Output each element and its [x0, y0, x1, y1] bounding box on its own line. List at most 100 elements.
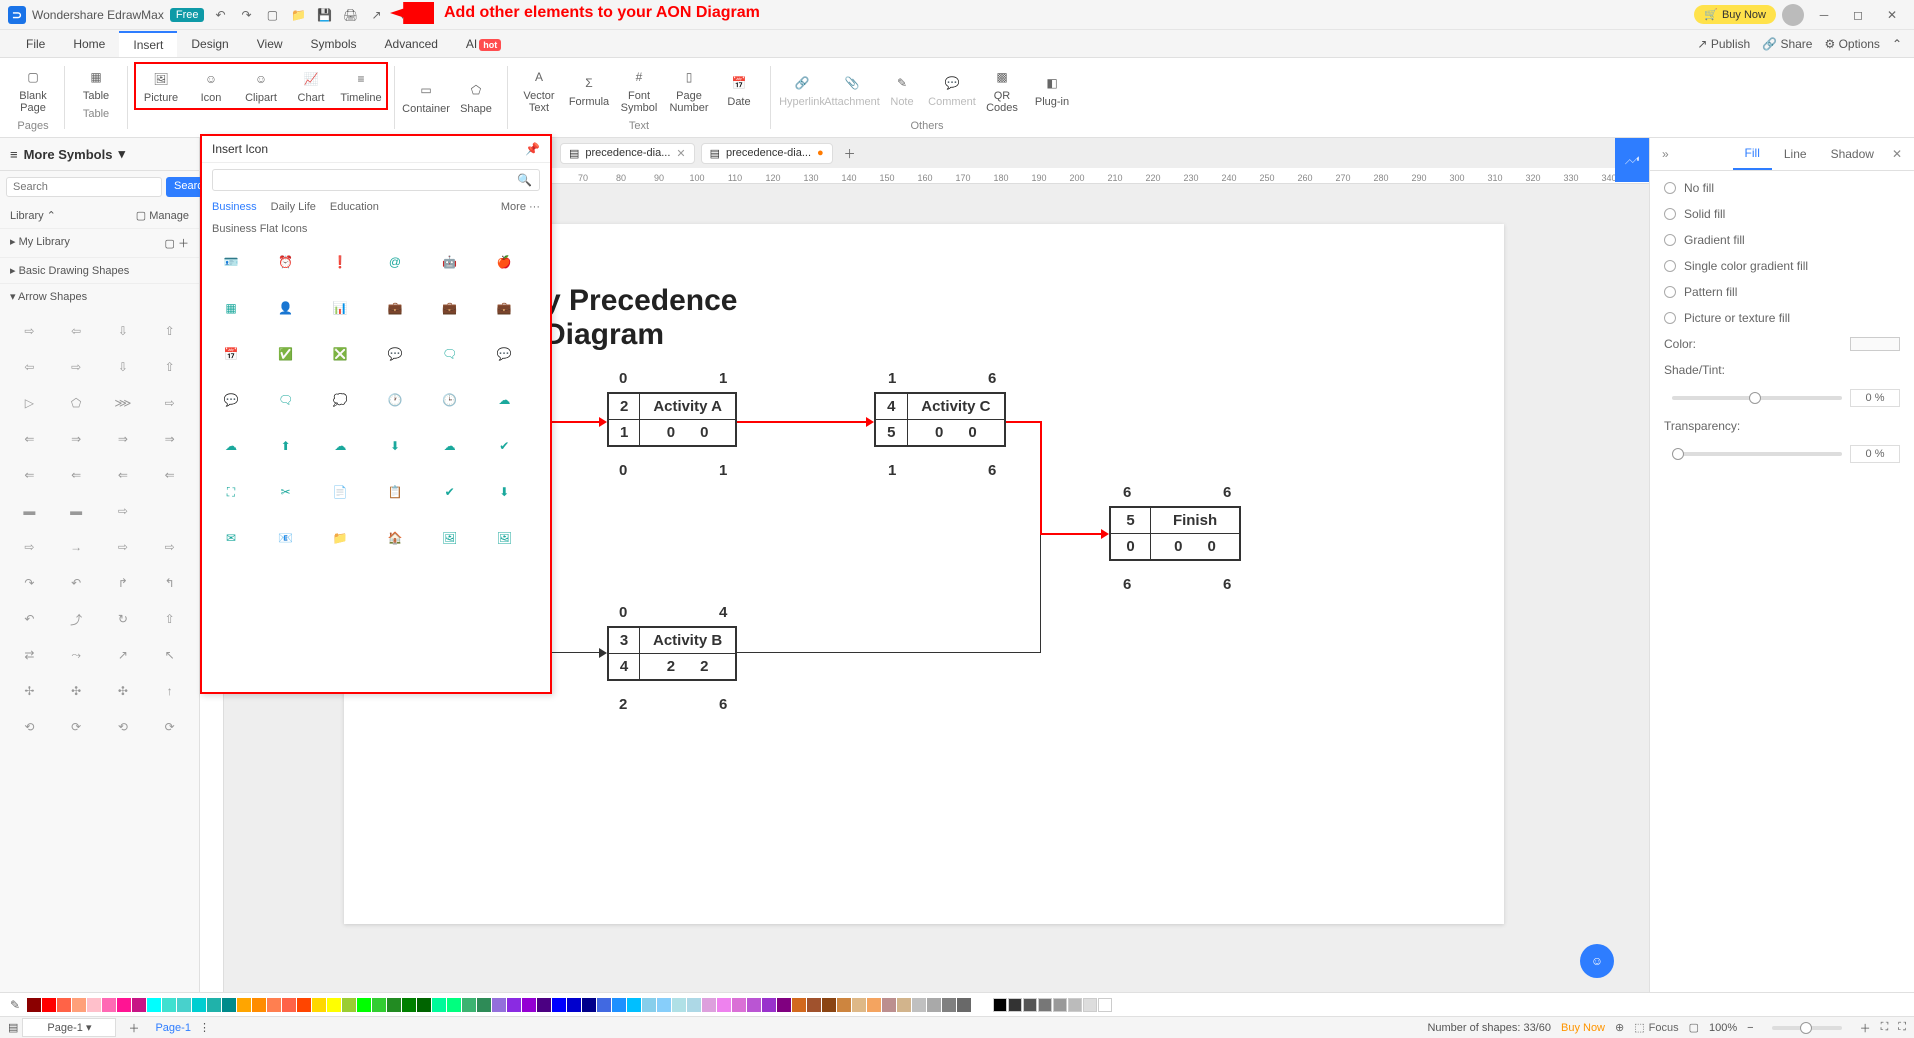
cloud-check-icon[interactable]: ✔: [489, 431, 519, 461]
envelope-icon[interactable]: ✉: [216, 523, 246, 553]
home-icon[interactable]: 🏠: [380, 523, 410, 553]
message-icon[interactable]: 💬: [216, 385, 246, 415]
print-icon[interactable]: 🖨: [340, 5, 360, 25]
chat-icon[interactable]: 🗨: [435, 339, 465, 369]
arrow-shape[interactable]: ⇄: [8, 639, 51, 671]
undo-icon[interactable]: ↶: [210, 5, 230, 25]
qr-codes-button[interactable]: ▩QR Codes: [977, 62, 1027, 118]
maximize-button[interactable]: ◻: [1844, 1, 1872, 29]
buy-now-button[interactable]: 🛒 Buy Now: [1694, 5, 1776, 24]
arrow-shape[interactable]: ⇨: [8, 531, 51, 563]
basic-shapes-section[interactable]: ▸ Basic Drawing Shapes: [0, 257, 199, 283]
shade-slider[interactable]: [1672, 396, 1842, 400]
calendar-icon[interactable]: 📅: [216, 339, 246, 369]
doc-tab-2[interactable]: ▤ precedence-dia... ●: [701, 143, 833, 164]
arrow-shape[interactable]: ⇐: [8, 423, 51, 455]
color-swatch[interactable]: [402, 998, 416, 1012]
shape-button[interactable]: ⬠Shape: [451, 62, 501, 133]
arrow-shape[interactable]: ↑: [148, 675, 191, 707]
arrow-shape[interactable]: ⤴: [55, 603, 98, 635]
color-swatch[interactable]: [177, 998, 191, 1012]
arrow-shape[interactable]: ↷: [8, 567, 51, 599]
page-number-button[interactable]: ▯Page Number: [664, 62, 714, 118]
menu-file[interactable]: File: [12, 32, 59, 56]
icon-button[interactable]: ☺Icon: [186, 64, 236, 108]
arrow-shape[interactable]: ⇧: [148, 603, 191, 635]
menu-view[interactable]: View: [243, 32, 297, 56]
briefcase-icon[interactable]: 💼: [380, 293, 410, 323]
arrow-shape[interactable]: ⤳: [55, 639, 98, 671]
color-swatch[interactable]: [642, 998, 656, 1012]
arrow-down-icon[interactable]: ⇩: [102, 315, 145, 347]
add-page-button[interactable]: ＋: [120, 1020, 147, 1036]
color-swatch[interactable]: [942, 998, 956, 1012]
line-tab[interactable]: Line: [1772, 139, 1819, 169]
arrow-shape[interactable]: ⟲: [8, 711, 51, 743]
arrow-shape[interactable]: ✢: [8, 675, 51, 707]
color-swatch[interactable]: [897, 998, 911, 1012]
color-swatch[interactable]: [507, 998, 521, 1012]
clock-outline-icon[interactable]: 🕐: [380, 385, 410, 415]
cloud-download-icon[interactable]: ⬇: [380, 431, 410, 461]
node-activity-a[interactable]: 2Activity A 10 0: [607, 392, 737, 447]
color-swatch[interactable]: [1053, 998, 1067, 1012]
color-swatch[interactable]: [252, 998, 266, 1012]
color-swatch[interactable]: [537, 998, 551, 1012]
doc-tab-1[interactable]: ▤ precedence-dia... ✕: [560, 143, 695, 164]
arrow-shapes-section[interactable]: ▾ Arrow Shapes: [0, 283, 199, 309]
collapse-ribbon-icon[interactable]: ⌃: [1892, 37, 1902, 51]
no-fill-radio[interactable]: No fill: [1664, 181, 1900, 195]
color-swatch[interactable]: [582, 998, 596, 1012]
save-icon[interactable]: 💾: [314, 5, 334, 25]
zoom-in-button[interactable]: ＋: [1860, 1020, 1871, 1036]
chart-button[interactable]: 📈Chart: [286, 64, 336, 108]
arrow-shape[interactable]: ✣: [55, 675, 98, 707]
node-finish[interactable]: 5Finish 00 0: [1109, 506, 1241, 561]
bar-chart-icon[interactable]: 📊: [325, 293, 355, 323]
format-panel-toggle[interactable]: [1615, 138, 1649, 182]
menu-design[interactable]: Design: [177, 32, 242, 56]
avatar[interactable]: [1782, 4, 1804, 26]
color-swatch[interactable]: [1098, 998, 1112, 1012]
education-tab[interactable]: Education: [330, 201, 379, 213]
arrow-shape[interactable]: ⇩: [102, 351, 145, 383]
arrow-shape[interactable]: ✣: [102, 675, 145, 707]
color-swatch[interactable]: [42, 998, 56, 1012]
color-swatch[interactable]: [1008, 998, 1022, 1012]
color-swatch[interactable]: [267, 998, 281, 1012]
page-link[interactable]: Page-1: [147, 1022, 198, 1034]
color-swatch[interactable]: [672, 998, 686, 1012]
arrow-shape[interactable]: ↻: [102, 603, 145, 635]
my-library-section[interactable]: ▸ My Library ▢ ＋: [0, 228, 199, 257]
focus-button[interactable]: ⬚ Focus: [1634, 1021, 1678, 1034]
node-activity-c[interactable]: 4Activity C 50 0: [874, 392, 1006, 447]
folder-icon[interactable]: 📁: [325, 523, 355, 553]
single-color-gradient-radio[interactable]: Single color gradient fill: [1664, 259, 1900, 273]
color-swatch[interactable]: [867, 998, 881, 1012]
color-swatch[interactable]: [357, 998, 371, 1012]
arrow-left-icon[interactable]: ⇦: [55, 315, 98, 347]
color-swatch[interactable]: [1083, 998, 1097, 1012]
fit-page-icon[interactable]: ⛶: [1881, 1021, 1889, 1034]
attachment-button[interactable]: 📎Attachment: [827, 62, 877, 118]
arrow-shape[interactable]: ⇐: [8, 459, 51, 491]
color-swatch[interactable]: [27, 998, 41, 1012]
color-swatch[interactable]: [447, 998, 461, 1012]
buy-now-link[interactable]: Buy Now: [1561, 1022, 1605, 1034]
arrow-shape[interactable]: ⇨: [148, 387, 191, 419]
calendar-x-icon[interactable]: ❎: [325, 339, 355, 369]
close-panel-icon[interactable]: ✕: [1886, 141, 1908, 167]
menu-symbols[interactable]: Symbols: [297, 32, 371, 56]
export-icon[interactable]: ↗: [366, 5, 386, 25]
color-swatch[interactable]: [807, 998, 821, 1012]
cloud-outline-icon[interactable]: ☁: [489, 385, 519, 415]
color-swatch[interactable]: [297, 998, 311, 1012]
blank-page-button[interactable]: ▢Blank Page: [8, 62, 58, 118]
color-swatch[interactable]: [1038, 998, 1052, 1012]
arrow-shape[interactable]: ⇒: [102, 423, 145, 455]
new-icon[interactable]: ▢: [262, 5, 282, 25]
fit-icon[interactable]: ▢: [1689, 1021, 1699, 1034]
table-button[interactable]: ▦Table: [71, 62, 121, 106]
color-swatch[interactable]: [702, 998, 716, 1012]
color-swatch[interactable]: [762, 998, 776, 1012]
